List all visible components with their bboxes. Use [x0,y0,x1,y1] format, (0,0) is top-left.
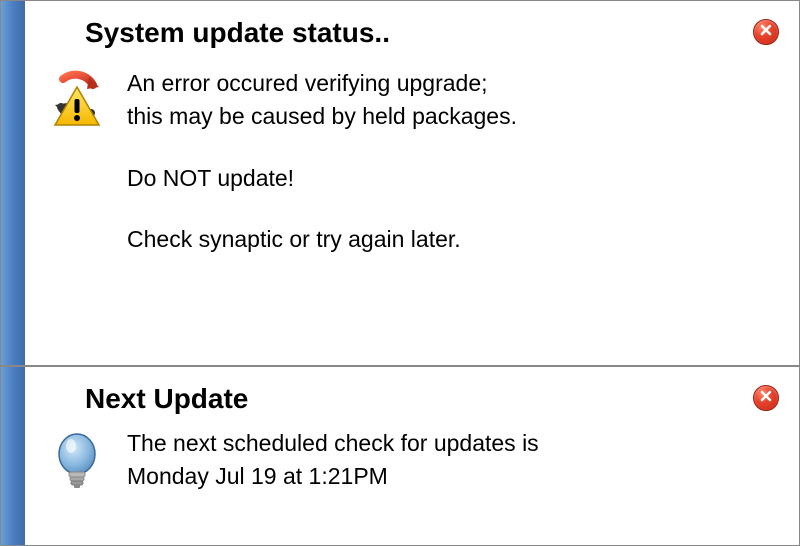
lightbulb-icon [45,428,109,492]
notification-system-update: System update status.. [0,0,800,366]
warning-refresh-icon [45,67,109,131]
message-line: An error occured verifying upgrade;this … [127,67,517,134]
close-button[interactable] [753,385,779,411]
stripe [1,367,25,545]
notification-next-update: Next Update [0,366,800,546]
notification-message: The next scheduled check for updates isM… [127,427,539,494]
close-icon [759,23,773,42]
stripe [1,1,25,365]
notification-message: An error occured verifying upgrade;this … [127,67,517,256]
notification-content: Next Update [25,367,799,545]
close-button[interactable] [753,19,779,45]
message-line: Do NOT update! [127,162,517,195]
message-line: The next scheduled check for updates isM… [127,427,539,494]
notification-content: System update status.. [25,1,799,365]
message-line: Check synaptic or try again later. [127,223,517,256]
notification-title: Next Update [85,383,779,415]
notification-title: System update status.. [85,17,779,49]
close-icon [759,389,773,408]
